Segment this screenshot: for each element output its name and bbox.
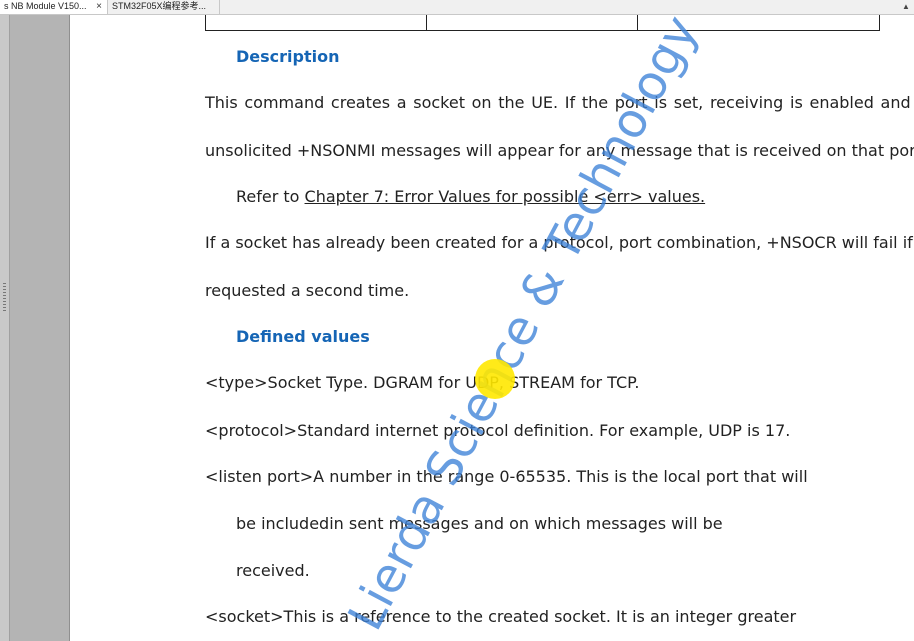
protocol-definition: <protocol>Standard internet protocol def… [205, 421, 791, 440]
tab-bar: s NB Module V150... × STM32F05X编程参考... ▲ [0, 0, 914, 15]
type-definition: <type>Socket Type. DGRAM for UDP, STREAM… [205, 373, 640, 392]
fail-line-2: requested a second time. [205, 281, 410, 300]
refer-prefix: Refer to [236, 187, 305, 206]
listen-port-definition-3: received. [236, 561, 310, 580]
fail-line-1: If a socket has already been created for… [205, 233, 913, 252]
chapter-7-link[interactable]: Chapter 7: Error Values for possible <er… [305, 187, 706, 206]
document-page: Description This command creates a socke… [70, 15, 914, 641]
scroll-up-arrow-icon[interactable]: ▲ [900, 0, 912, 14]
tab-label: STM32F05X编程参考... [112, 1, 207, 11]
table-column-divider [426, 15, 427, 30]
description-heading: Description [236, 47, 340, 66]
tab-nb-module[interactable]: s NB Module V150... [0, 0, 108, 14]
close-icon[interactable]: × [93, 0, 105, 14]
refer-line: Refer to Chapter 7: Error Values for pos… [236, 187, 705, 207]
socket-definition: <socket>This is a reference to the creat… [205, 607, 797, 626]
description-line-2: unsolicited +NSONMI messages will appear… [205, 141, 914, 160]
listen-port-definition-1: <listen port>A number in the range 0-655… [205, 467, 808, 486]
tab-label: s NB Module V150... [4, 1, 87, 11]
pane-resize-handle[interactable] [0, 15, 10, 641]
table-column-divider [637, 15, 638, 30]
tab-stm32-reference[interactable]: STM32F05X编程参考... [108, 0, 220, 14]
description-line-1: This command creates a socket on the UE.… [205, 93, 911, 112]
table-bottom [205, 15, 880, 31]
listen-port-definition-2: be includedin sent messages and on which… [236, 514, 723, 533]
grip-icon [3, 283, 6, 313]
navigation-pane [0, 15, 70, 641]
defined-values-heading: Defined values [236, 327, 370, 346]
